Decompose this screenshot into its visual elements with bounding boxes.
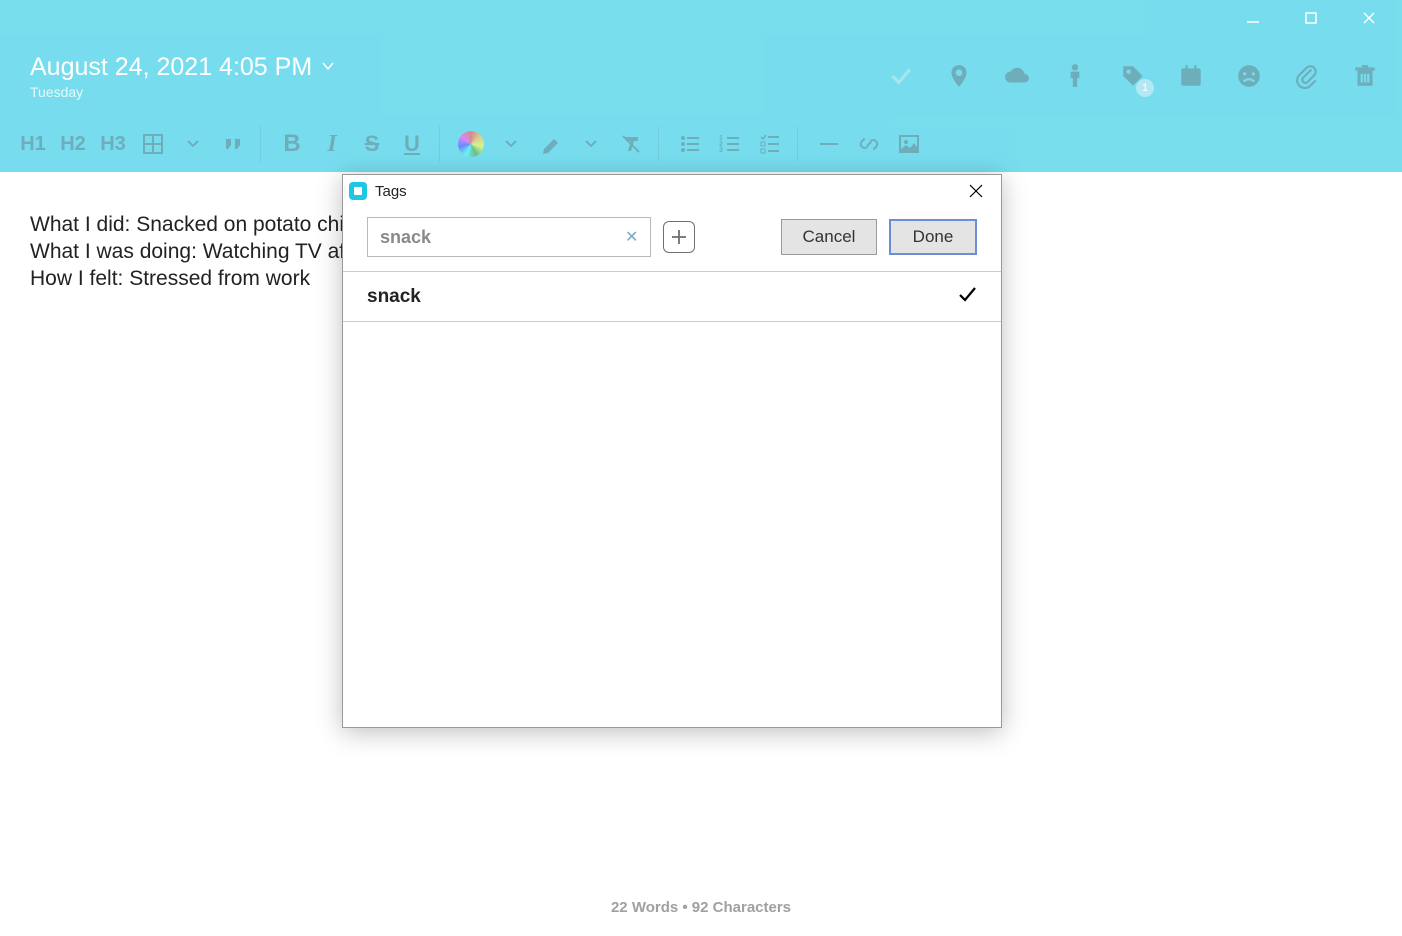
text-color-chevron-icon[interactable] [498,138,524,150]
underline-button[interactable]: U [399,131,425,157]
bold-button[interactable]: B [279,130,305,158]
window-titlebar [0,0,1402,36]
h2-button[interactable]: H2 [60,133,86,156]
format-toolbar: H1 H2 H3 B I S U [0,116,1402,172]
table-button[interactable] [140,133,166,155]
italic-button[interactable]: I [319,131,345,158]
table-chevron-icon[interactable] [180,138,206,150]
modal-title-text: Tags [375,183,407,200]
tag-list: snack [343,271,1001,727]
h1-button[interactable]: H1 [20,133,46,156]
quote-button[interactable] [220,133,246,155]
modal-close-button[interactable] [961,177,991,205]
date-chevron-icon [322,60,334,74]
tag-row-label: snack [367,286,421,308]
confirm-icon[interactable] [886,61,916,91]
tag-icon[interactable]: 1 [1118,61,1148,91]
checklist-button[interactable] [757,133,783,155]
close-button[interactable] [1340,0,1398,36]
bullet-list-button[interactable] [677,133,703,155]
strike-button[interactable]: S [359,131,385,157]
person-icon[interactable] [1060,61,1090,91]
text-color-button[interactable] [458,131,484,157]
tag-row[interactable]: snack [343,272,1001,322]
cancel-button[interactable]: Cancel [781,219,877,255]
modal-app-icon [349,182,367,200]
attachment-icon[interactable] [1292,61,1322,91]
weather-icon[interactable] [1002,61,1032,91]
highlight-chevron-icon[interactable] [578,138,604,150]
entry-day: Tuesday [30,84,334,100]
done-button[interactable]: Done [889,219,977,255]
tag-input-wrap: ✕ [367,217,651,257]
tag-badge: 1 [1136,79,1154,97]
tags-modal: Tags ✕ Cancel Done snack [342,174,1002,728]
minimize-button[interactable] [1224,0,1282,36]
entry-date: August 24, 2021 4:05 PM [30,53,312,82]
image-button[interactable] [896,133,922,155]
trash-icon[interactable] [1350,61,1380,91]
calendar-icon[interactable] [1176,61,1206,91]
add-tag-button[interactable] [663,221,695,253]
svg-text:3: 3 [719,147,723,154]
maximize-button[interactable] [1282,0,1340,36]
numbered-list-button[interactable]: 123 [717,133,743,155]
mood-icon[interactable] [1234,61,1264,91]
hr-button[interactable] [816,133,842,155]
h3-button[interactable]: H3 [100,133,126,156]
clear-format-button[interactable] [618,133,644,155]
header-icons: 1 [886,61,1380,91]
link-button[interactable] [856,133,882,155]
date-area[interactable]: August 24, 2021 4:05 PM Tuesday [30,53,334,100]
window-controls [1224,0,1398,36]
modal-titlebar: Tags [343,175,1001,207]
check-icon [957,284,977,309]
entry-header: August 24, 2021 4:05 PM Tuesday 1 [0,36,1402,116]
tag-input[interactable] [380,227,621,248]
modal-toolbar: ✕ Cancel Done [343,207,1001,271]
status-bar: 22 Words • 92 Characters [0,899,1402,916]
highlight-button[interactable] [538,133,564,155]
tag-clear-icon[interactable]: ✕ [621,227,642,247]
location-icon[interactable] [944,61,974,91]
